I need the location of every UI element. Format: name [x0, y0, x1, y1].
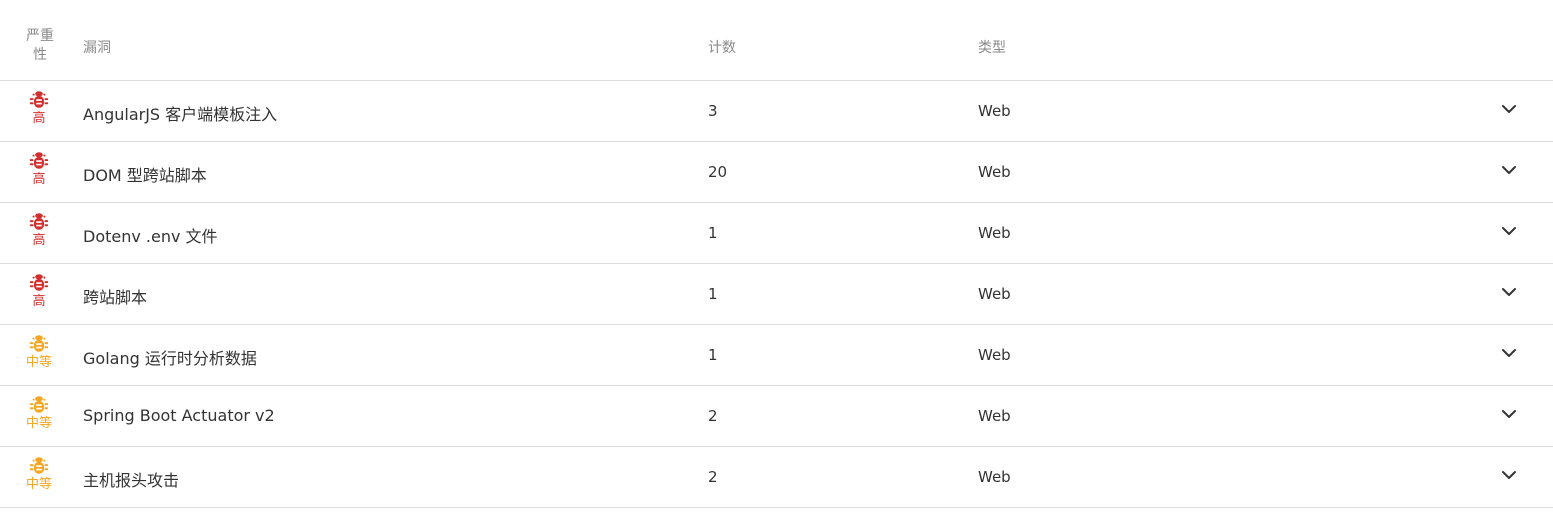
vulnerability-name: 主机报头攻击 [83, 471, 180, 490]
table-body: 高 AngularJS 客户端模板注入 3 Web 高 DOM 型跨站脚本 20… [0, 81, 1553, 508]
severity-label: 高 [32, 294, 46, 309]
chevron-down-icon[interactable] [1499, 465, 1519, 485]
vulnerability-name: Spring Boot Actuator v2 [83, 406, 275, 425]
table-row[interactable]: 中等 主机报头攻击 2 Web [0, 447, 1553, 508]
vulnerability-name: Golang 运行时分析数据 [83, 349, 257, 368]
severity-cell: 高 [14, 150, 64, 188]
severity-cell: 中等 [14, 455, 64, 493]
bug-icon [29, 396, 49, 413]
chevron-down-icon[interactable] [1499, 282, 1519, 302]
severity-cell: 中等 [14, 394, 64, 432]
vulnerability-count: 1 [708, 224, 718, 242]
chevron-down-icon[interactable] [1499, 343, 1519, 363]
vulnerability-name: Dotenv .env 文件 [83, 227, 218, 246]
vulnerability-name: 跨站脚本 [83, 288, 148, 307]
severity-label: 中等 [25, 416, 52, 431]
vulnerability-type: Web [978, 224, 1011, 242]
vulnerability-type: Web [978, 346, 1011, 364]
vulnerability-name: DOM 型跨站脚本 [83, 166, 207, 185]
vulnerability-type: Web [978, 285, 1011, 303]
chevron-down-icon[interactable] [1499, 404, 1519, 424]
vulnerability-count: 2 [708, 407, 718, 425]
table-row[interactable]: 高 Dotenv .env 文件 1 Web [0, 203, 1553, 264]
vulnerability-type: Web [978, 468, 1011, 486]
bug-icon [29, 274, 49, 291]
header-severity[interactable]: 严重性 [20, 27, 60, 65]
table-row[interactable]: 高 DOM 型跨站脚本 20 Web [0, 142, 1553, 203]
table-row[interactable]: 高 跨站脚本 1 Web [0, 264, 1553, 325]
vulnerability-type: Web [978, 102, 1011, 120]
bug-icon [29, 335, 49, 352]
vulnerability-type: Web [978, 163, 1011, 181]
table-row[interactable]: 中等 Golang 运行时分析数据 1 Web [0, 325, 1553, 386]
vulnerability-name: AngularJS 客户端模板注入 [83, 105, 278, 124]
severity-label: 中等 [25, 355, 52, 370]
header-type[interactable]: 类型 [978, 37, 1006, 57]
table-row[interactable]: 中等 Spring Boot Actuator v2 2 Web [0, 386, 1553, 447]
chevron-down-icon[interactable] [1499, 99, 1519, 119]
severity-cell: 高 [14, 211, 64, 249]
table-header: 严重性 漏洞 计数 类型 [0, 0, 1553, 81]
vulnerability-count: 20 [708, 163, 728, 181]
vulnerability-count: 1 [708, 346, 718, 364]
bug-icon [29, 91, 49, 108]
severity-cell: 高 [14, 89, 64, 127]
vulnerability-table: 严重性 漏洞 计数 类型 高 AngularJS 客户端模板注入 3 Web 高… [0, 0, 1553, 508]
bug-icon [29, 152, 49, 169]
vulnerability-count: 3 [708, 102, 718, 120]
bug-icon [29, 213, 49, 230]
chevron-down-icon[interactable] [1499, 160, 1519, 180]
vulnerability-count: 2 [708, 468, 718, 486]
chevron-down-icon[interactable] [1499, 221, 1519, 241]
severity-label: 中等 [25, 477, 52, 492]
severity-label: 高 [32, 233, 46, 248]
severity-cell: 中等 [14, 333, 64, 371]
header-count[interactable]: 计数 [708, 37, 736, 57]
bug-icon [29, 457, 49, 474]
severity-label: 高 [32, 172, 46, 187]
vulnerability-type: Web [978, 407, 1011, 425]
vulnerability-count: 1 [708, 285, 718, 303]
severity-label: 高 [32, 111, 46, 126]
table-row[interactable]: 高 AngularJS 客户端模板注入 3 Web [0, 81, 1553, 142]
header-vulnerability[interactable]: 漏洞 [83, 37, 111, 57]
severity-cell: 高 [14, 272, 64, 310]
